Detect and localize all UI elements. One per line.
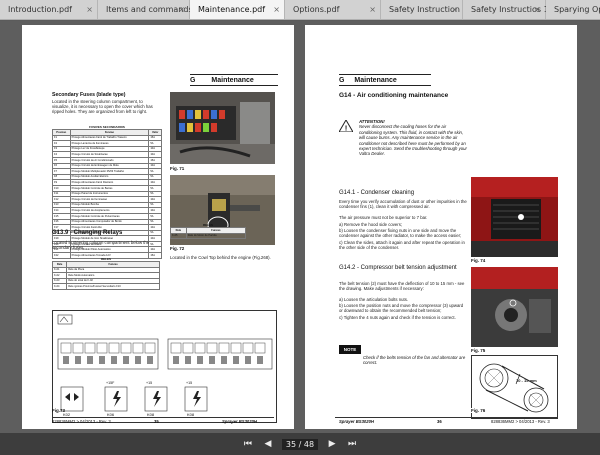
relay-table-2: Rele Funcao K-05 Rele do Motor de Partida	[170, 227, 247, 240]
last-page-button[interactable]: ⏭	[346, 439, 358, 449]
fig-73-caption: Fig.73	[52, 408, 66, 413]
step-item: a) Remove the hood side covers;	[339, 222, 403, 227]
relay-table-wrap: RELES Rele Funcao K-01 Rele da Pisca K-02 Re…	[51, 257, 160, 290]
section-title: G14 - Air conditioning maintenance	[339, 92, 449, 99]
page-number: 35	[154, 419, 159, 424]
belt-steps: a) Loosen the articulation bolts nuts. b)…	[339, 297, 467, 321]
fig-72-caption: Fig. 72	[170, 246, 185, 251]
relay-sign-2: +15	[146, 381, 153, 385]
page-header: G Maintenance	[190, 74, 278, 86]
document-viewer[interactable]: G Maintenance Secondary Fuses (blade typ…	[0, 21, 600, 433]
relay-table2-wrap: RELES Rele Funcao K-05 Rele do Motor de Pa…	[170, 223, 247, 240]
tab-7[interactable]: Sparying Opera	[546, 0, 600, 19]
condenser-title: G14.1 - Condenser cleaning	[339, 190, 415, 196]
fig-71-caption: Fig. 71	[170, 166, 185, 171]
table-cell: Rele ignicao Proximo/Fusivel Secundario …	[66, 283, 160, 290]
close-icon[interactable]: ×	[86, 0, 93, 19]
condenser-photo	[471, 177, 558, 257]
belt-text: The belt tension (2) must have the defle…	[339, 281, 465, 292]
tab-bar: Introduction.pdf × Items and commands.... ×…	[0, 0, 600, 20]
relays-text: Located in steering column compartment b…	[52, 240, 150, 251]
close-icon[interactable]: ×	[451, 0, 458, 19]
header-title: Maintenance	[211, 77, 254, 84]
tab-label: Introduction.pdf	[8, 5, 72, 14]
header-letter: G	[190, 77, 196, 84]
page-number: 36	[437, 419, 442, 424]
header-letter: G	[339, 77, 345, 84]
step-item: c) Tighten the 4 nuts again and check if…	[339, 314, 456, 320]
page-36: G Maintenance G14 - Air conditioning mai…	[305, 25, 577, 429]
table-row: K-05 Rele do Motor de Partida	[170, 232, 247, 240]
close-icon[interactable]: ×	[178, 0, 185, 19]
close-icon[interactable]: ×	[273, 0, 280, 19]
page-indicator[interactable]: 35 / 48	[281, 438, 319, 450]
table-cell: K-05	[170, 232, 187, 240]
footer-right: Sprayer BS3020H	[222, 419, 257, 424]
footer-left: Sprayer BS3020H	[339, 419, 374, 424]
fuse-table-wrap: FUSIVES SECUNDARIOS Posicao Funcao Valor F…	[52, 125, 162, 259]
step-item: c) Clean the sides, attach it again and …	[339, 239, 465, 250]
tab-label: Options.pdf	[293, 5, 340, 14]
compressor-photo	[471, 267, 558, 347]
tab-4[interactable]: Options.pdf ×	[285, 0, 381, 19]
belt-title: G14.2 - Compressor belt tension adjustme…	[339, 265, 457, 271]
fig-74-caption: Fig. 74	[471, 258, 486, 263]
fig-72-text: Located in the Cowl Top behind the engin…	[170, 255, 271, 260]
tab-5[interactable]: Safety Instruction 2.pdf ×	[381, 0, 483, 19]
tab-label: Maintenance.pdf	[198, 5, 266, 14]
warning-icon: !	[338, 119, 354, 133]
note-label: NOTE	[339, 345, 361, 354]
attention-block: ATTENTION! Never disconnect the cooling …	[359, 119, 469, 157]
relay-table: Rele Funcao K-01 Rele da Pisca K-02 Rele Mod…	[51, 261, 160, 290]
fig-76-caption: Fig. 76	[471, 408, 486, 413]
attention-text: Never disconnect the cooling hoses for t…	[359, 124, 467, 157]
close-icon[interactable]: ×	[369, 0, 376, 19]
next-page-button[interactable]: ▶	[326, 439, 338, 449]
attention-label: ATTENTION!	[359, 119, 385, 124]
step-item: b) Loosen the condenser fixing nuts in o…	[339, 228, 462, 239]
page-header: G Maintenance	[339, 74, 431, 86]
tab-label: Items and commands....	[106, 5, 203, 14]
tab-2[interactable]: Items and commands.... ×	[98, 0, 203, 19]
secondary-fuses-title: Secondary Fuses (blade type)	[52, 92, 126, 98]
page-35: G Maintenance Secondary Fuses (blade typ…	[22, 25, 294, 429]
note-text: Check if the belts tension of the fan an…	[363, 355, 466, 366]
tab-3[interactable]: Maintenance.pdf ×	[190, 0, 285, 19]
header-title: Maintenance	[354, 77, 397, 84]
condenser-text: Every time you verify accumulation of du…	[339, 199, 467, 210]
svg-text:!: !	[345, 126, 347, 133]
relay-sign-1: +15F	[106, 381, 115, 385]
relays-title: G13.9 - Changing Relays	[52, 230, 123, 236]
belt-dimension: 10 - 15 mm	[516, 378, 537, 383]
footer-right: 828836MM2 > 04/2013 - Rev. 3	[491, 419, 550, 424]
table-row: K-04 Rele ignicao Proximo/Fusivel Secunda…	[51, 283, 160, 290]
secondary-fuses-text: Located in the steering column compartme…	[52, 99, 153, 115]
prev-page-button[interactable]: ◀	[262, 439, 274, 449]
table-cell: Rele do Motor de Partida	[185, 232, 247, 240]
relay-sign-3: +15	[186, 381, 193, 385]
first-page-button[interactable]: ⏮	[242, 439, 254, 449]
relay-diagram: K02 K06 K08 K08 +15F +15 +15	[52, 310, 277, 423]
condenser-pressure: The air pressure must not be superior to…	[339, 215, 428, 220]
tab-label: Sparying Opera	[554, 5, 600, 14]
condenser-steps: a) Remove the hood side covers; b) Loosen…	[339, 222, 467, 251]
step-item: a) Loosen the articulation bolts nuts.	[339, 297, 409, 302]
close-icon[interactable]: ×	[534, 0, 541, 19]
fig-75-caption: Fig. 75	[471, 348, 486, 353]
table-cell: K-04	[51, 283, 68, 290]
step-item: b) Loosen the position nuts and move the…	[339, 303, 464, 314]
fuse-box-photo	[170, 92, 275, 164]
tab-6[interactable]: Safety Instructios 1.pdf ×	[463, 0, 564, 19]
footer-left: 828836MM2 > 04/2013 - Rev. 3	[52, 419, 111, 424]
tab-1[interactable]: Introduction.pdf ×	[0, 0, 98, 19]
navigation-bar: ⏮ ◀ 35 / 48 ▶ ⏭	[0, 433, 600, 455]
